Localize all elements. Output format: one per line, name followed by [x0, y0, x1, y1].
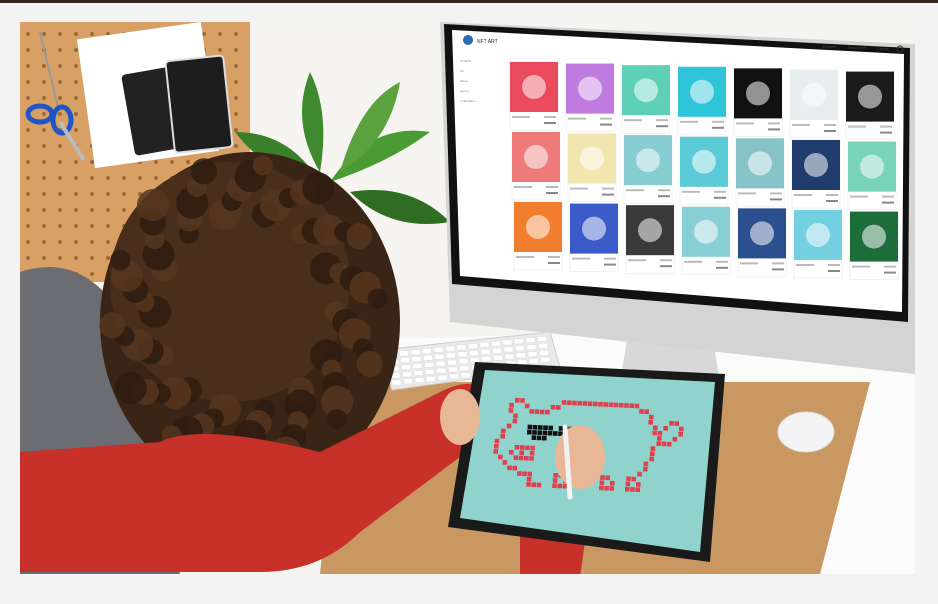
nft-card[interactable] — [625, 204, 675, 274]
left-hand — [440, 389, 480, 445]
nft-card[interactable] — [621, 64, 671, 134]
nft-card[interactable] — [681, 206, 731, 276]
nav-resources[interactable]: Resources — [848, 45, 867, 50]
nft-card[interactable] — [789, 69, 839, 139]
brand-label: NFT ART — [477, 39, 498, 45]
nft-card[interactable] — [509, 61, 559, 131]
photo: NFT ART Explore Resources Create All NFT… — [20, 22, 915, 574]
brand-logo-icon — [463, 35, 473, 45]
nft-card[interactable] — [847, 141, 897, 210]
nft-card[interactable] — [677, 66, 727, 136]
nav-explore[interactable]: Explore — [823, 44, 837, 49]
nft-card[interactable] — [735, 138, 785, 207]
scene-illustration: NFT ART Explore Resources Create All NFT… — [20, 22, 915, 574]
mouse — [777, 411, 835, 453]
nft-card[interactable] — [737, 208, 787, 277]
nft-card[interactable] — [565, 63, 615, 132]
nav-create[interactable]: Create — [877, 46, 890, 51]
nft-card[interactable] — [845, 71, 895, 140]
nft-card[interactable] — [569, 203, 619, 272]
nft-card[interactable] — [679, 136, 729, 206]
nft-card[interactable] — [623, 134, 673, 204]
nft-card[interactable] — [567, 133, 617, 202]
sidebar-item[interactable]: All NFTs — [460, 59, 472, 63]
nft-card[interactable] — [733, 68, 783, 137]
nft-card[interactable] — [513, 201, 563, 271]
nft-card[interactable] — [793, 209, 843, 279]
top-border — [0, 0, 938, 3]
nft-card[interactable] — [849, 211, 899, 280]
right-hand — [555, 425, 605, 489]
sidebar-item[interactable]: Music — [460, 79, 468, 83]
sidebar-item[interactable]: Sports — [460, 89, 469, 93]
sidebar-item[interactable]: Collectibles — [460, 99, 476, 103]
nft-card[interactable] — [511, 131, 561, 201]
sidebar-item[interactable]: Art — [460, 69, 464, 73]
nft-card[interactable] — [791, 139, 841, 209]
